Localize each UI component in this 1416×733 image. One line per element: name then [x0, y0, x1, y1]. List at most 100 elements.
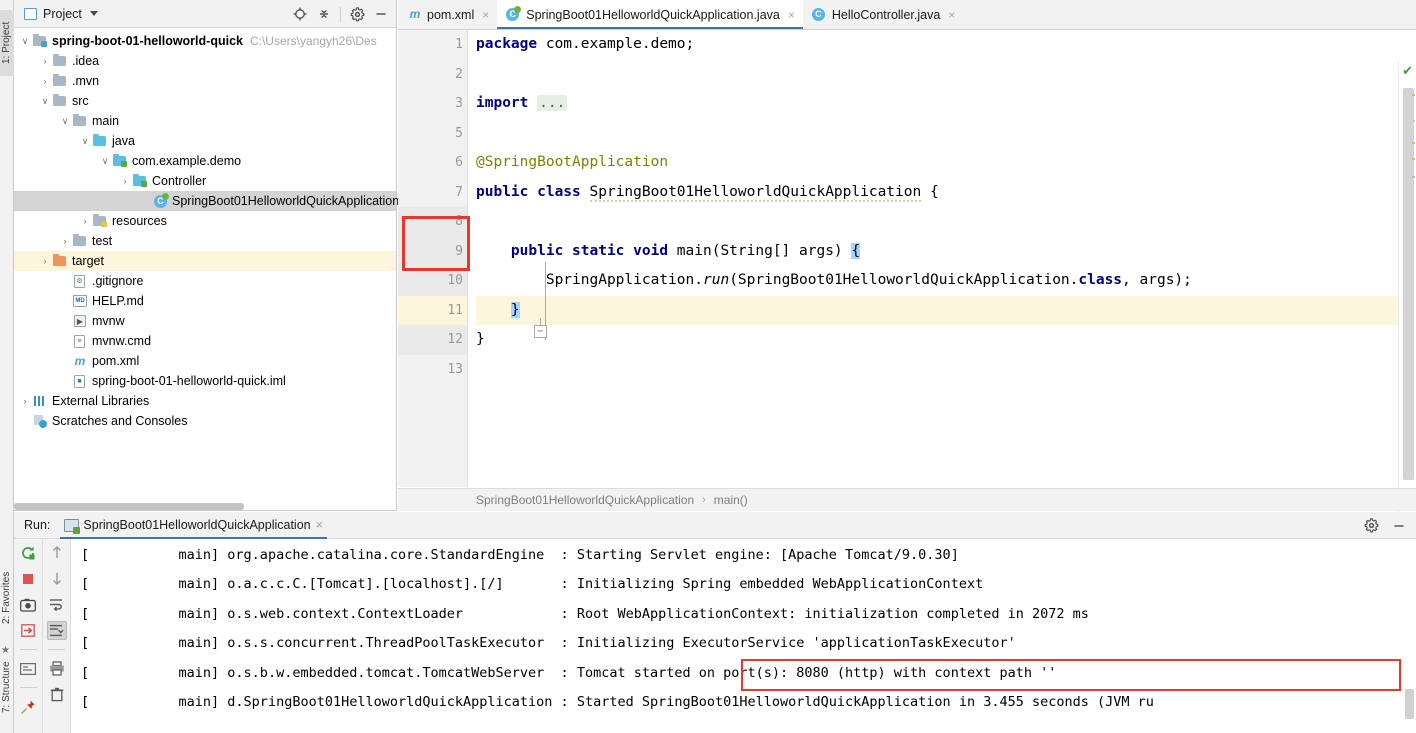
gutter-line-2[interactable]: 2 — [398, 60, 467, 90]
code-line-9[interactable]: public static void main(String[] args) { — [476, 237, 1416, 267]
gutter-line-12[interactable]: 12 — [398, 325, 467, 355]
tree-item-mvnw[interactable]: ›▶ mvnw — [14, 311, 396, 331]
chevron-right-icon[interactable]: › — [38, 76, 52, 86]
close-icon[interactable]: × — [948, 8, 955, 22]
code-line-6[interactable]: @SpringBootApplication — [476, 148, 1416, 178]
tree-item-java[interactable]: ∨ java — [14, 131, 396, 151]
tree-item-gitignore[interactable]: ›⚙ .gitignore — [14, 271, 396, 291]
gutter-line-10[interactable]: 10 — [398, 266, 467, 296]
editor-tab-pom-xml[interactable]: m pom.xml × — [398, 0, 497, 29]
code-line-10[interactable]: SpringApplication.run(SpringBoot01Hellow… — [476, 266, 1416, 296]
chevron-down-icon[interactable]: ∨ — [78, 136, 92, 147]
chevron-right-icon[interactable]: › — [58, 236, 72, 246]
minimize-icon[interactable] — [1388, 515, 1410, 537]
print-icon[interactable] — [47, 659, 67, 678]
chevron-right-icon[interactable]: › — [78, 216, 92, 226]
gutter-line-3[interactable]: 3+ — [398, 89, 499, 119]
code-line-13[interactable] — [476, 355, 1416, 385]
console-output[interactable]: [ main] org.apache.catalina.core.Standar… — [71, 539, 1416, 733]
code-editor[interactable]: 123+5678910111213 − package com.example.… — [398, 30, 1416, 517]
code-line-5[interactable] — [476, 119, 1416, 149]
tree-item-external-libraries[interactable]: › External Libraries — [14, 391, 396, 411]
code-line-11[interactable]: } — [476, 295, 1416, 325]
breadcrumb-class[interactable]: SpringBoot01HelloworldQuickApplication — [476, 493, 694, 507]
code-fold-marker[interactable]: − — [534, 318, 547, 342]
tree-item-mvnw-cmd[interactable]: ›≡ mvnw.cmd — [14, 331, 396, 351]
project-tree[interactable]: ∨ spring-boot-01-helloworld-quick C:\Users… — [14, 28, 399, 431]
code-line-2[interactable] — [476, 60, 1416, 90]
project-horizontal-scrollbar[interactable] — [14, 503, 244, 510]
code-line-12[interactable]: } — [476, 325, 1416, 355]
scroll-up-icon[interactable] — [47, 543, 67, 562]
code-line-8[interactable] — [476, 207, 1416, 237]
code-text-area[interactable]: − package com.example.demo; import ... @Sp… — [468, 30, 1416, 487]
tree-item-src[interactable]: ∨ src — [14, 91, 396, 111]
tree-item-spring-boot-01-helloworld-quick[interactable]: ∨ spring-boot-01-helloworld-quick C:\Users… — [14, 31, 396, 51]
console-icon[interactable] — [18, 659, 38, 678]
chevron-right-icon[interactable]: › — [118, 176, 132, 186]
gutter-line-11[interactable]: 11 — [398, 295, 467, 325]
tree-item-resources[interactable]: › resources — [14, 211, 396, 231]
scroll-down-icon[interactable] — [47, 569, 67, 588]
breadcrumb[interactable]: SpringBoot01HelloworldQuickApplication ›… — [398, 488, 1416, 511]
chevron-right-icon[interactable]: › — [38, 256, 52, 266]
soft-wrap-icon[interactable] — [47, 595, 67, 614]
screenshot-icon[interactable] — [18, 595, 38, 614]
inspection-gutter[interactable]: ✔ — [1398, 60, 1416, 517]
close-icon[interactable]: × — [788, 8, 795, 22]
gutter-line-7[interactable]: 7 — [398, 178, 485, 208]
gutter-line-9[interactable]: 9 — [398, 236, 485, 266]
tree-item-main[interactable]: ∨ main — [14, 111, 396, 131]
scroll-to-end-icon[interactable] — [46, 621, 67, 640]
tree-item-idea[interactable]: › .idea — [14, 51, 396, 71]
gear-icon[interactable] — [1360, 515, 1382, 537]
editor-tab-springboot01helloworldquickapplication-java[interactable]: C SpringBoot01HelloworldQuickApplication.… — [497, 0, 803, 29]
tree-item-mvn[interactable]: › .mvn — [14, 71, 396, 91]
gutter-line-6[interactable]: 6 — [398, 148, 467, 178]
locate-icon[interactable] — [289, 3, 311, 25]
chevron-down-icon[interactable]: ∨ — [98, 156, 112, 167]
close-icon[interactable]: × — [482, 8, 489, 22]
chevron-right-icon[interactable]: › — [38, 56, 52, 66]
run-configuration-tab[interactable]: SpringBoot01HelloworldQuickApplication × — [56, 512, 331, 539]
editor-tab-hellocontroller-java[interactable]: C HelloController.java × — [803, 0, 963, 29]
tree-item-help-md[interactable]: ›MD HELP.md — [14, 291, 396, 311]
tree-item-scratches-and-consoles[interactable]: › Scratches and Consoles — [14, 411, 396, 431]
chevron-down-icon[interactable] — [89, 11, 98, 16]
gutter-line-5[interactable]: 5 — [398, 119, 467, 149]
gutter-line-1[interactable]: 1 — [398, 30, 467, 60]
editor-gutter[interactable]: 123+5678910111213 — [398, 30, 499, 487]
tree-item-controller[interactable]: › Controller — [14, 171, 396, 191]
gear-icon[interactable] — [346, 3, 368, 25]
tree-item-spring-boot-01-helloworld-quick-iml[interactable]: ›■ spring-boot-01-helloworld-quick.iml — [14, 371, 396, 391]
tree-item-com-example-demo[interactable]: ∨ com.example.demo — [14, 151, 396, 171]
close-icon[interactable]: × — [316, 518, 323, 532]
project-panel-title-group[interactable]: Project — [18, 7, 98, 21]
code-line-7[interactable]: public class SpringBoot01HelloworldQuick… — [476, 178, 1416, 208]
code-line-1[interactable]: package com.example.demo; — [476, 30, 1416, 60]
stop-icon[interactable] — [18, 569, 38, 588]
pin-icon[interactable] — [18, 697, 38, 716]
gutter-line-13[interactable]: 13 — [398, 355, 467, 385]
rail-item-structure[interactable]: 7: Structure — [0, 645, 14, 729]
rail-item-favorites[interactable]: 2: Favorites — [0, 555, 14, 641]
tree-item-pom-xml[interactable]: ›m pom.xml — [14, 351, 396, 371]
chevron-down-icon[interactable]: ∨ — [58, 116, 72, 127]
tree-item-target[interactable]: › target — [14, 251, 396, 271]
tree-item-test[interactable]: › test — [14, 231, 396, 251]
clear-all-icon[interactable] — [47, 685, 67, 704]
chevron-down-icon[interactable]: ∨ — [38, 96, 52, 107]
breadcrumb-method[interactable]: main() — [714, 493, 748, 507]
thread-dump-icon[interactable] — [18, 621, 38, 640]
rail-item-project[interactable]: 1: Project — [0, 10, 14, 76]
rerun-icon[interactable] — [18, 543, 38, 562]
minimize-icon[interactable] — [370, 3, 392, 25]
editor-scrollbar[interactable] — [1403, 88, 1414, 480]
console-scrollbar[interactable] — [1405, 689, 1414, 719]
tree-item-springboot01helloworldquickapplication[interactable]: ›CSpringBoot01HelloworldQuickApplication — [14, 191, 399, 211]
code-line-3[interactable]: import ... — [476, 89, 1416, 119]
chevron-right-icon[interactable]: › — [18, 396, 32, 406]
collapse-all-icon[interactable] — [313, 3, 335, 25]
chevron-down-icon[interactable]: ∨ — [18, 36, 32, 47]
gutter-line-8[interactable]: 8 — [398, 207, 467, 237]
